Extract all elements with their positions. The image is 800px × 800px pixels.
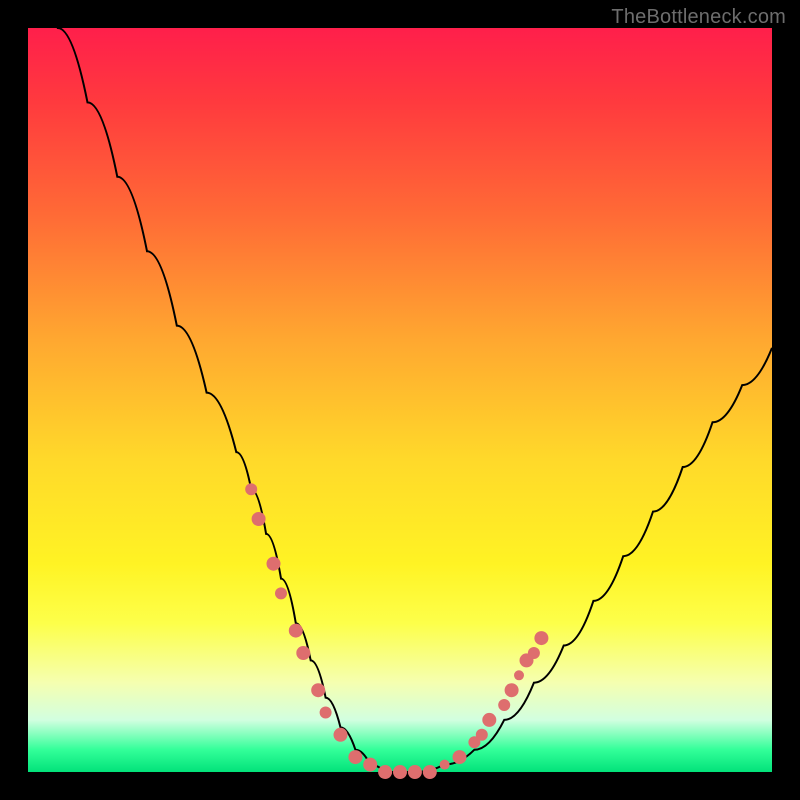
highlight-point xyxy=(296,646,310,660)
highlight-point xyxy=(245,483,257,495)
highlight-point xyxy=(334,728,348,742)
highlight-point xyxy=(252,512,266,526)
highlight-point xyxy=(289,624,303,638)
highlight-point xyxy=(476,729,488,741)
chart-svg xyxy=(28,28,772,772)
highlight-point xyxy=(505,683,519,697)
highlight-point xyxy=(482,713,496,727)
highlight-point xyxy=(267,557,281,571)
highlight-point xyxy=(498,699,510,711)
highlight-point xyxy=(440,760,450,770)
bottleneck-curve xyxy=(28,0,772,772)
highlight-point xyxy=(534,631,548,645)
highlight-point xyxy=(311,683,325,697)
highlight-point xyxy=(514,670,524,680)
highlight-point xyxy=(275,587,287,599)
highlight-point xyxy=(348,750,362,764)
highlight-point xyxy=(423,765,437,779)
highlight-point xyxy=(528,647,540,659)
highlight-point xyxy=(393,765,407,779)
attribution-text: TheBottleneck.com xyxy=(611,6,786,29)
highlight-point xyxy=(320,707,332,719)
highlight-point xyxy=(363,758,377,772)
chart-frame xyxy=(28,28,772,772)
highlight-point xyxy=(408,765,422,779)
highlight-point xyxy=(453,750,467,764)
highlight-point xyxy=(378,765,392,779)
highlight-markers xyxy=(245,483,548,779)
